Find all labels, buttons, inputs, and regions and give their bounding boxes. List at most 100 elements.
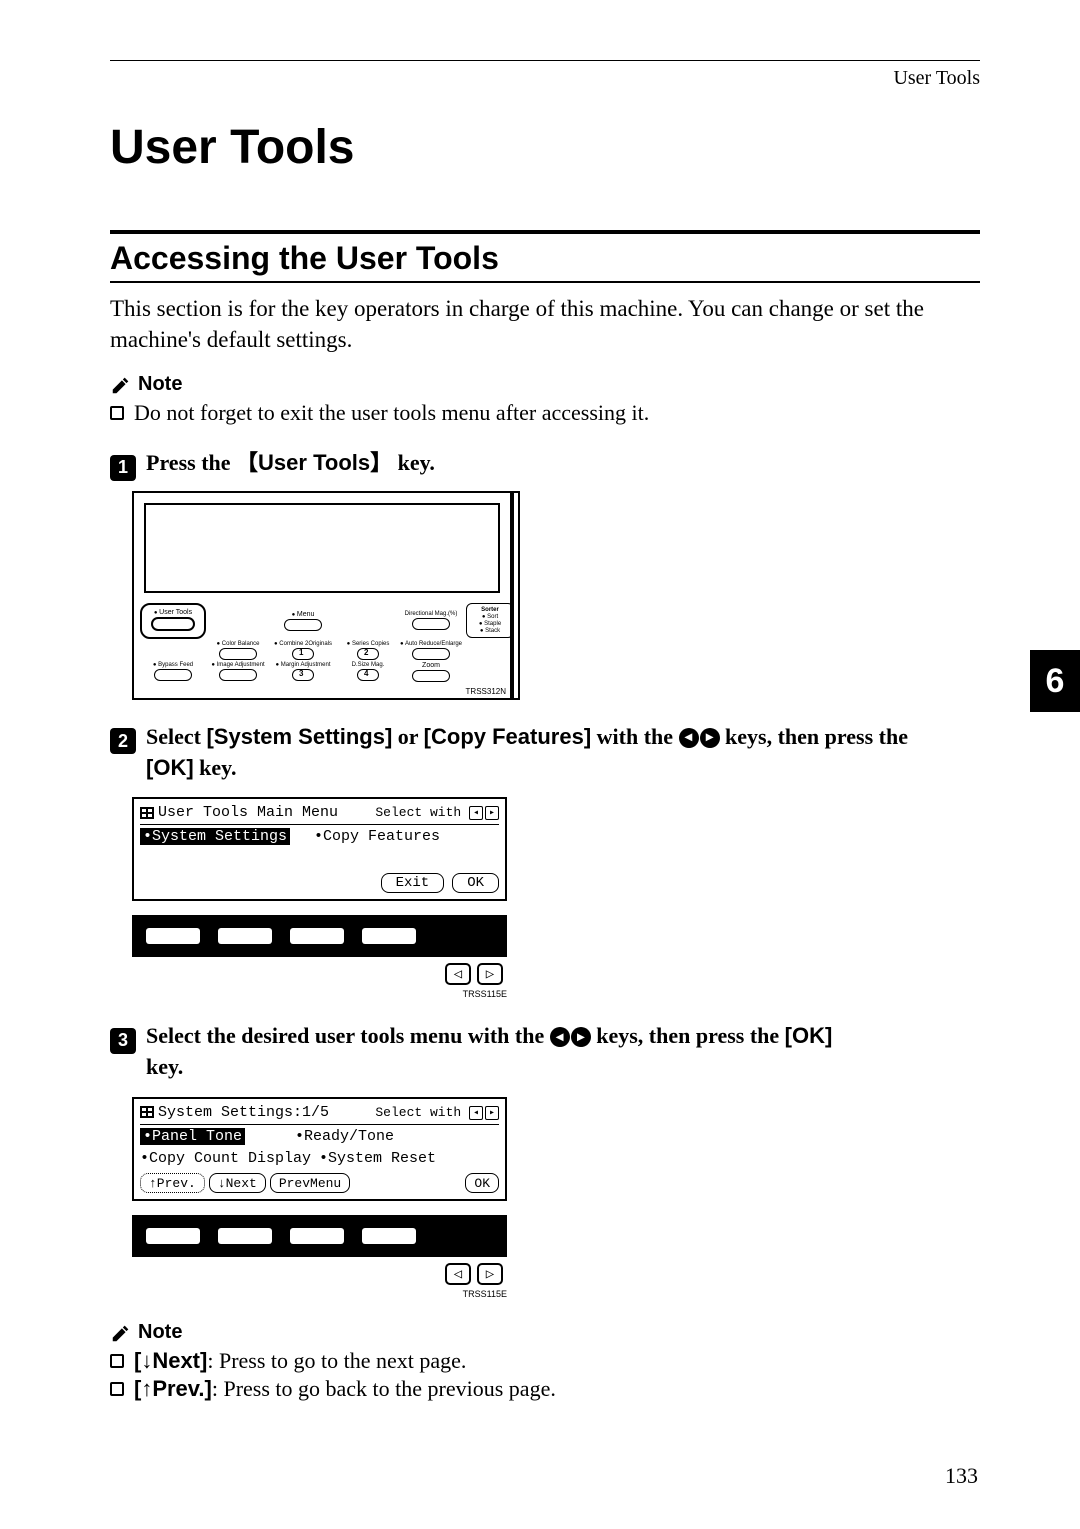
series-key[interactable]: 2 bbox=[357, 648, 379, 660]
intro-paragraph: This section is for the key operators in… bbox=[110, 293, 980, 355]
lcd2-prevpage-button[interactable]: ↑Prev. bbox=[140, 1173, 205, 1193]
step3-t3: key. bbox=[146, 1054, 183, 1079]
panel-zoom-label: Zoom bbox=[400, 662, 462, 669]
lcd2-selectwith: Select with bbox=[375, 1105, 461, 1120]
lcd-figure-mainmenu: User Tools Main Menu Select with ◂▸ •Sys… bbox=[132, 797, 507, 985]
step2-sys: [System Settings] bbox=[206, 724, 392, 749]
note2-prev-key: [↑Prev.] bbox=[134, 1376, 212, 1401]
step1-key: User Tools bbox=[258, 450, 370, 475]
step1-pre: Press the bbox=[146, 450, 236, 475]
softkey-3[interactable] bbox=[290, 1228, 344, 1244]
softkey-4[interactable] bbox=[362, 928, 416, 944]
dsize-key[interactable]: 4 bbox=[357, 669, 379, 681]
note2-next-key: [↓Next] bbox=[134, 1348, 207, 1373]
lcd2-item-reset[interactable]: •System Reset bbox=[319, 1150, 436, 1167]
panel-directional-label: Directional Mag.(%) bbox=[400, 611, 462, 617]
box-bullet-icon bbox=[110, 1382, 124, 1396]
lcd1-title: User Tools Main Menu bbox=[158, 804, 338, 821]
panel-staple-label: Staple bbox=[469, 621, 511, 627]
left-arrow-key[interactable]: ◁ bbox=[445, 1263, 471, 1285]
step3-ok: [OK] bbox=[785, 1023, 833, 1048]
running-head: User Tools bbox=[110, 67, 980, 90]
control-panel-figure: User Tools Menu Directional Mag.(%) Sort… bbox=[132, 491, 512, 700]
softkey-1[interactable] bbox=[146, 928, 200, 944]
lcd1-selectwith: Select with bbox=[375, 805, 461, 820]
page-title: User Tools bbox=[110, 120, 980, 175]
step2-copy: [Copy Features] bbox=[424, 724, 591, 749]
step3-t1: Select the desired user tools menu with … bbox=[146, 1023, 550, 1048]
note-heading: Note bbox=[110, 373, 980, 396]
panel-autoreduce-label: Auto Reduce/Enlarge bbox=[400, 641, 462, 647]
step3-t2: keys, then press the bbox=[591, 1023, 785, 1048]
panel-usertools-label: User Tools bbox=[146, 609, 200, 616]
step-3: 3 Select the desired user tools menu wit… bbox=[110, 1021, 980, 1083]
step-number-3: 3 bbox=[110, 1028, 136, 1054]
autoreduce-key[interactable] bbox=[412, 648, 450, 660]
lcd2-item-panel[interactable]: •Panel Tone bbox=[140, 1128, 245, 1145]
marginadj-key[interactable]: 3 bbox=[292, 669, 314, 681]
step2-t3: with the bbox=[591, 724, 678, 749]
softkey-4[interactable] bbox=[362, 1228, 416, 1244]
lcd2-ref: TRSS115E bbox=[132, 1289, 507, 1299]
note2-prev: [↑Prev.]: Press to go back to the previo… bbox=[110, 1376, 980, 1402]
directional-key[interactable] bbox=[412, 618, 450, 630]
lcd2-item-count[interactable]: •Copy Count Display bbox=[140, 1150, 311, 1167]
combine-key[interactable]: 1 bbox=[292, 648, 314, 660]
lcd2-ok-button[interactable]: OK bbox=[465, 1173, 499, 1193]
step2-t2: or bbox=[392, 724, 423, 749]
panel-combine-label: Combine 2Originals bbox=[270, 641, 336, 647]
section-heading: Accessing the User Tools bbox=[110, 240, 980, 277]
note-heading-2: Note bbox=[110, 1321, 980, 1344]
pencil-icon bbox=[110, 1322, 132, 1344]
lcd1-ok-button[interactable]: OK bbox=[452, 873, 499, 893]
lcd2-nextpage-button[interactable]: ↓Next bbox=[209, 1173, 266, 1193]
lcd1-item-copy[interactable]: •Copy Features bbox=[314, 828, 440, 845]
menu-key[interactable] bbox=[284, 619, 322, 631]
softkey-2[interactable] bbox=[218, 1228, 272, 1244]
panel-series-label: Series Copies bbox=[340, 641, 396, 647]
lr-indicator-icon: ◂▸ bbox=[469, 1106, 499, 1120]
right-arrow-key[interactable]: ▷ bbox=[477, 963, 503, 985]
lcd2-item-ready[interactable]: •Ready/Tone bbox=[295, 1128, 394, 1145]
lcd2-title: System Settings:1/5 bbox=[158, 1104, 329, 1121]
left-arrow-key[interactable]: ◁ bbox=[445, 963, 471, 985]
softkey-1[interactable] bbox=[146, 1228, 200, 1244]
user-tools-key[interactable] bbox=[151, 617, 195, 631]
note1-text: Do not forget to exit the user tools men… bbox=[134, 400, 649, 426]
panel-sorter-label: Sorter bbox=[469, 607, 511, 613]
step2-ok: [OK] bbox=[146, 755, 194, 780]
step1-post: key. bbox=[392, 450, 435, 475]
lcd2-prevmenu-button[interactable]: PrevMenu bbox=[270, 1173, 350, 1193]
rule-above-h2 bbox=[110, 230, 980, 234]
softkey-2[interactable] bbox=[218, 928, 272, 944]
note2-next-txt: : Press to go to the next page. bbox=[207, 1348, 466, 1373]
softkey-bar bbox=[132, 915, 507, 957]
step-number-1: 1 bbox=[110, 455, 136, 481]
page-number: 133 bbox=[945, 1463, 978, 1489]
step2-t1: Select bbox=[146, 724, 206, 749]
softkey-bar bbox=[132, 1215, 507, 1257]
grid-icon bbox=[140, 807, 154, 819]
step-2: 2 Select [System Settings] or [Copy Feat… bbox=[110, 722, 980, 784]
panel-lcd bbox=[144, 503, 500, 593]
panel-color-label: Color Balance bbox=[210, 641, 266, 647]
lcd1-exit-button[interactable]: Exit bbox=[381, 873, 445, 893]
panel-sort-label: Sort bbox=[469, 614, 511, 620]
softkey-3[interactable] bbox=[290, 928, 344, 944]
lcd1-item-system[interactable]: •System Settings bbox=[140, 828, 290, 845]
note-label: Note bbox=[138, 373, 182, 396]
bypass-key[interactable] bbox=[154, 669, 192, 681]
left-right-keys-icon: ◂▸ bbox=[679, 728, 720, 748]
step2-t5: key. bbox=[194, 755, 237, 780]
left-right-keys-icon: ◂▸ bbox=[550, 1027, 591, 1047]
right-arrow-key[interactable]: ▷ bbox=[477, 1263, 503, 1285]
note-label: Note bbox=[138, 1321, 182, 1344]
panel-bypass-label: Bypass Feed bbox=[140, 662, 206, 668]
note1-item: Do not forget to exit the user tools men… bbox=[110, 400, 980, 426]
note2-next: [↓Next]: Press to go to the next page. bbox=[110, 1348, 980, 1374]
lcd1-ref: TRSS115E bbox=[132, 989, 507, 999]
color-balance-key[interactable] bbox=[219, 648, 257, 660]
imageadj-key[interactable] bbox=[219, 669, 257, 681]
step-1: 1 Press the 【User Tools】 key. bbox=[110, 448, 980, 479]
zoom-key[interactable] bbox=[412, 670, 450, 682]
